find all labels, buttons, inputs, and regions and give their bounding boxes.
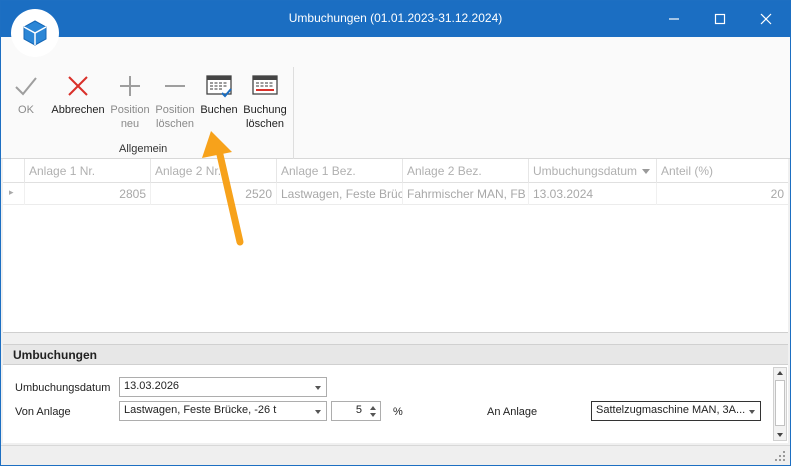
x-icon bbox=[68, 76, 88, 96]
table-cell[interactable]: 2805 bbox=[25, 183, 151, 205]
close-button[interactable] bbox=[743, 1, 789, 37]
date-combo[interactable]: 13.03.2026 bbox=[119, 377, 327, 397]
an-label: An Anlage bbox=[487, 406, 538, 418]
close-icon bbox=[760, 13, 772, 25]
buchen-button[interactable]: Buchen bbox=[199, 71, 239, 117]
column-header[interactable]: Anlage 1 Nr. bbox=[25, 159, 151, 183]
panel-title: Umbuchungen bbox=[3, 344, 788, 365]
percent-unit: % bbox=[393, 406, 403, 418]
table-cell[interactable]: 20 bbox=[657, 183, 788, 205]
row-indicator-header bbox=[3, 159, 25, 183]
table-check-icon bbox=[206, 75, 232, 98]
maximize-icon bbox=[714, 13, 726, 25]
position-new-label2: neu bbox=[120, 118, 140, 130]
column-header[interactable]: Anlage 2 Bez. bbox=[403, 159, 529, 183]
percent-stepper[interactable]: 5 bbox=[331, 401, 381, 421]
cancel-label: Abbrechen bbox=[51, 104, 105, 116]
von-label: Von Anlage bbox=[15, 406, 71, 418]
table-cell[interactable]: Fahrmischer MAN, FB ... bbox=[403, 183, 529, 205]
ribbon: OK Abbrechen Position neu Position lösch… bbox=[1, 37, 790, 159]
app-window: Umbuchungen (01.01.2023-31.12.2024) OK A… bbox=[0, 0, 791, 466]
ok-button[interactable]: OK bbox=[11, 71, 41, 117]
position-new-button[interactable]: Position neu bbox=[109, 71, 151, 131]
sort-descending-icon bbox=[642, 169, 650, 174]
plus-icon bbox=[120, 76, 140, 96]
column-header-label: Umbuchungsdatum bbox=[533, 164, 638, 178]
chevron-down-icon bbox=[315, 386, 321, 390]
buchung-delete-label1: Buchung bbox=[243, 104, 287, 116]
von-anlage-combo[interactable]: Lastwagen, Feste Brücke, -26 t bbox=[119, 401, 327, 421]
cube-icon bbox=[23, 20, 47, 46]
app-logo bbox=[11, 9, 59, 57]
ribbon-separator bbox=[293, 67, 294, 159]
date-label: Umbuchungsdatum bbox=[15, 382, 111, 394]
data-grid[interactable]: Anlage 1 Nr. Anlage 2 Nr. Anlage 1 Bez. … bbox=[3, 159, 788, 333]
column-header[interactable]: Anteil (%) bbox=[657, 159, 788, 183]
percent-value: 5 bbox=[355, 404, 362, 416]
von-value: Lastwagen, Feste Brücke, -26 t bbox=[124, 404, 277, 416]
ok-label: OK bbox=[18, 104, 34, 116]
stepper-up-icon[interactable] bbox=[370, 406, 376, 410]
scroll-thumb[interactable] bbox=[775, 380, 785, 426]
buchung-delete-button[interactable]: Buchung löschen bbox=[241, 71, 289, 131]
scroll-up-icon[interactable] bbox=[777, 371, 783, 375]
minimize-icon bbox=[669, 18, 679, 20]
column-header[interactable]: Anlage 1 Bez. bbox=[277, 159, 403, 183]
an-anlage-combo[interactable]: Sattelzugmaschine MAN, 3A... bbox=[591, 401, 761, 421]
cancel-button[interactable]: Abbrechen bbox=[49, 71, 107, 117]
resize-grip-icon[interactable] bbox=[774, 450, 786, 462]
annotation-arrow bbox=[202, 131, 244, 246]
position-delete-label2: löschen bbox=[156, 118, 194, 130]
date-value: 13.03.2026 bbox=[124, 380, 180, 392]
check-icon bbox=[15, 77, 37, 96]
position-delete-button[interactable]: Position löschen bbox=[153, 71, 197, 131]
grid-header: Anlage 1 Nr. Anlage 2 Nr. Anlage 1 Bez. … bbox=[3, 159, 788, 183]
chevron-down-icon bbox=[315, 410, 321, 414]
minimize-button[interactable] bbox=[651, 1, 697, 37]
position-delete-label1: Position bbox=[155, 104, 195, 116]
title-bar: Umbuchungen (01.01.2023-31.12.2024) bbox=[1, 1, 790, 37]
vertical-scrollbar[interactable] bbox=[773, 367, 787, 441]
row-indicator-icon: ▸ bbox=[3, 183, 25, 205]
minus-icon bbox=[165, 85, 185, 87]
chevron-down-icon bbox=[749, 410, 755, 414]
column-header-sorted[interactable]: Umbuchungsdatum bbox=[529, 159, 657, 183]
table-cell[interactable]: 13.03.2024 bbox=[529, 183, 657, 205]
table-delete-icon bbox=[252, 75, 278, 95]
ribbon-group-label: Allgemein bbox=[119, 143, 168, 155]
an-value: Sattelzugmaschine MAN, 3A... bbox=[596, 404, 746, 416]
scroll-down-icon[interactable] bbox=[777, 433, 783, 437]
maximize-button[interactable] bbox=[697, 1, 743, 37]
table-row[interactable]: ▸ 2805 2520 Lastwagen, Feste Brücke... F… bbox=[3, 183, 788, 205]
stepper-down-icon[interactable] bbox=[370, 413, 376, 417]
position-new-label1: Position bbox=[110, 104, 150, 116]
buchen-label: Buchen bbox=[200, 104, 238, 116]
umbuchung-form: Umbuchungsdatum 13.03.2026 Von Anlage La… bbox=[3, 365, 788, 443]
table-cell[interactable]: Lastwagen, Feste Brücke... bbox=[277, 183, 403, 205]
status-bar bbox=[1, 445, 790, 465]
